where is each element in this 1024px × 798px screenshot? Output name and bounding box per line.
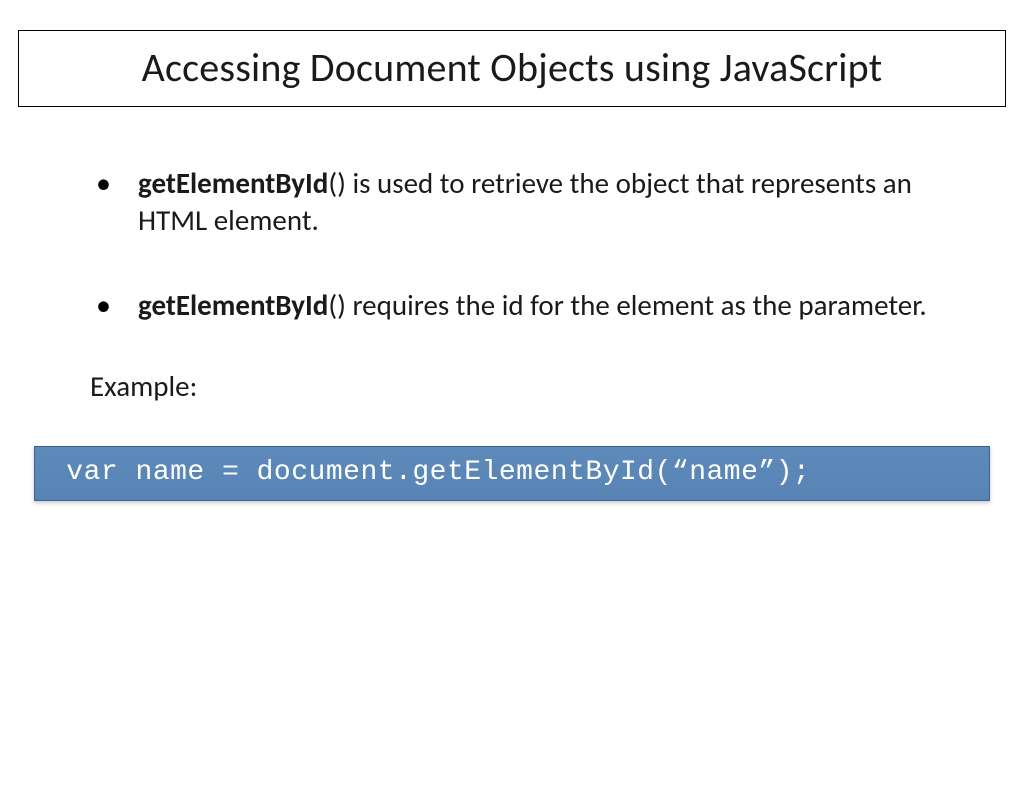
bullet-bold: getElementById (138, 287, 328, 323)
slide-title: Accessing Document Objects using JavaScr… (19, 43, 1005, 92)
content-area: getElementById() is used to retrieve the… (0, 107, 1024, 501)
bullet-bold: getElementById (138, 165, 328, 201)
title-container: Accessing Document Objects using JavaScr… (18, 30, 1006, 107)
example-label: Example: (90, 368, 934, 404)
bullet-list: getElementById() is used to retrieve the… (90, 165, 934, 324)
code-block: var name = document.getElementById(“name… (34, 446, 990, 501)
bullet-item-1: getElementById() is used to retrieve the… (90, 165, 934, 239)
bullet-text: () requires the id for the element as th… (328, 287, 926, 323)
bullet-item-2: getElementById() requires the id for the… (90, 287, 934, 324)
